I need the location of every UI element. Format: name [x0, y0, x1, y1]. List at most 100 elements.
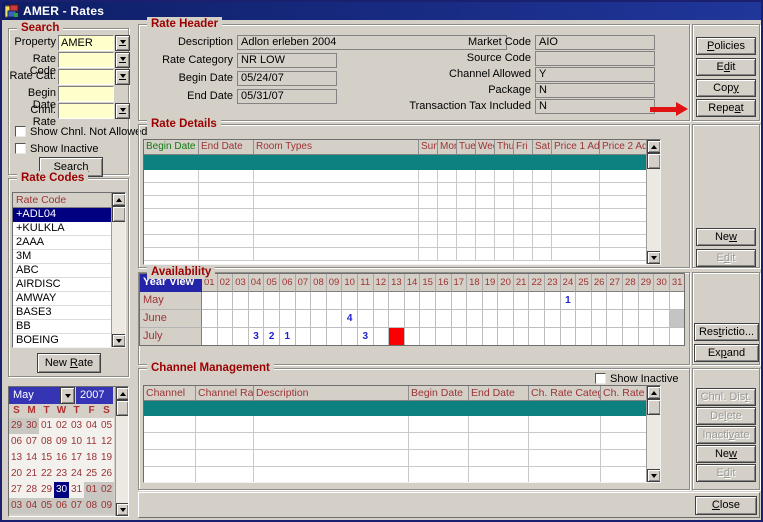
scroll-down-button[interactable]: [647, 251, 661, 264]
availability-day-cell[interactable]: [311, 310, 327, 328]
availability-day-cell[interactable]: [296, 292, 312, 310]
table-row[interactable]: [144, 196, 646, 209]
new-rate-button[interactable]: New Rate: [37, 353, 101, 373]
availability-day-cell[interactable]: [405, 328, 421, 346]
availability-day-cell[interactable]: [561, 310, 577, 328]
calendar-day[interactable]: 04: [24, 498, 39, 514]
restrictio-button[interactable]: Restrictio...: [694, 323, 759, 341]
scroll-down-button[interactable]: [112, 334, 126, 347]
availability-day-cell[interactable]: [218, 328, 234, 346]
availability-day-cell[interactable]: [514, 328, 530, 346]
scroll-down-button[interactable]: [116, 503, 129, 516]
availability-day-cell[interactable]: [592, 328, 608, 346]
scrollbar-thumb[interactable]: [647, 153, 661, 169]
availability-day-cell[interactable]: [452, 292, 468, 310]
calendar-day[interactable]: 18: [84, 450, 99, 466]
availability-day-cell[interactable]: [389, 328, 405, 346]
availability-day-cell[interactable]: [514, 292, 530, 310]
availability-day-cell[interactable]: [529, 292, 545, 310]
availability-day-cell[interactable]: [561, 328, 577, 346]
availability-day-cell[interactable]: [529, 328, 545, 346]
scroll-up-button[interactable]: [647, 386, 661, 399]
calendar-spinner[interactable]: [115, 387, 128, 516]
availability-day-cell[interactable]: [202, 328, 218, 346]
new-button[interactable]: New: [696, 228, 756, 246]
search-begin-date-input[interactable]: [58, 86, 114, 102]
calendar-day[interactable]: 07: [24, 434, 39, 450]
availability-day-cell[interactable]: [436, 328, 452, 346]
availability-day-cell[interactable]: [327, 328, 343, 346]
availability-day-cell[interactable]: [592, 292, 608, 310]
calendar-day[interactable]: 03: [69, 418, 84, 434]
availability-day-cell[interactable]: [639, 310, 655, 328]
table-row[interactable]: [144, 170, 646, 183]
calendar-day[interactable]: 30: [54, 482, 69, 498]
availability-day-cell[interactable]: [623, 310, 639, 328]
availability-day-cell[interactable]: [607, 328, 623, 346]
availability-day-cell[interactable]: [233, 310, 249, 328]
rate-code-item[interactable]: BASE3: [13, 306, 113, 320]
lov-dropdown-button[interactable]: [115, 52, 130, 68]
availability-day-cell[interactable]: [483, 292, 499, 310]
availability-day-cell[interactable]: [358, 310, 374, 328]
calendar-day[interactable]: 09: [99, 498, 114, 514]
calendar-day[interactable]: 04: [84, 418, 99, 434]
table-row[interactable]: [144, 467, 646, 483]
table-row[interactable]: [144, 433, 646, 450]
availability-day-cell[interactable]: [452, 310, 468, 328]
rate-code-item[interactable]: +ADL04: [13, 208, 113, 222]
availability-day-cell[interactable]: 2: [264, 328, 280, 346]
scroll-up-button[interactable]: [116, 387, 129, 400]
table-row[interactable]: [144, 450, 646, 467]
lov-dropdown-button[interactable]: [115, 103, 130, 119]
calendar-day[interactable]: 20: [9, 466, 24, 482]
availability-day-cell[interactable]: [545, 310, 561, 328]
channel-management-scrollbar[interactable]: [646, 386, 660, 482]
availability-day-cell[interactable]: [467, 292, 483, 310]
table-row[interactable]: [144, 183, 646, 196]
availability-day-cell[interactable]: [483, 310, 499, 328]
availability-day-cell[interactable]: [576, 292, 592, 310]
table-row[interactable]: [144, 235, 646, 248]
scroll-up-button[interactable]: [647, 140, 661, 153]
calendar-day[interactable]: 06: [54, 498, 69, 514]
calendar-day[interactable]: 09: [54, 434, 69, 450]
availability-day-cell[interactable]: [639, 328, 655, 346]
availability-day-cell[interactable]: [607, 292, 623, 310]
availability-day-cell[interactable]: 3: [249, 328, 265, 346]
availability-day-cell[interactable]: [576, 328, 592, 346]
scroll-up-button[interactable]: [112, 193, 126, 206]
availability-day-cell[interactable]: [545, 328, 561, 346]
calendar-day[interactable]: 28: [24, 482, 39, 498]
search-rate-code-input[interactable]: [58, 52, 114, 68]
selected-row[interactable]: [144, 155, 646, 170]
rate-code-item[interactable]: 2AAA: [13, 236, 113, 250]
policies-button[interactable]: Policies: [696, 37, 756, 55]
availability-day-cell[interactable]: [654, 328, 670, 346]
calendar-day[interactable]: 17: [69, 450, 84, 466]
availability-day-cell[interactable]: [264, 310, 280, 328]
calendar-day[interactable]: 13: [9, 450, 24, 466]
rate-code-item[interactable]: ABC: [13, 264, 113, 278]
lov-dropdown-button[interactable]: [115, 35, 130, 51]
availability-day-cell[interactable]: [670, 328, 685, 346]
table-row[interactable]: [144, 209, 646, 222]
copy-button[interactable]: Copy: [696, 79, 756, 97]
rate-details-scrollbar[interactable]: [646, 140, 660, 264]
availability-day-cell[interactable]: [592, 310, 608, 328]
calendar-day[interactable]: 02: [54, 418, 69, 434]
availability-day-cell[interactable]: [374, 292, 390, 310]
calendar-day[interactable]: 22: [39, 466, 54, 482]
availability-day-cell[interactable]: [296, 310, 312, 328]
rate-code-item[interactable]: +KULKLA: [13, 222, 113, 236]
availability-day-cell[interactable]: [233, 292, 249, 310]
availability-day-cell[interactable]: [483, 328, 499, 346]
availability-day-cell[interactable]: [389, 292, 405, 310]
rate-code-scrollbar[interactable]: [111, 193, 125, 347]
availability-day-cell[interactable]: [280, 292, 296, 310]
rate-code-item[interactable]: BOEING: [13, 334, 113, 348]
calendar-year[interactable]: 2007: [76, 387, 113, 404]
calendar-day[interactable]: 16: [54, 450, 69, 466]
availability-day-cell[interactable]: [280, 310, 296, 328]
titlebar[interactable]: AMER - Rates: [2, 2, 761, 20]
